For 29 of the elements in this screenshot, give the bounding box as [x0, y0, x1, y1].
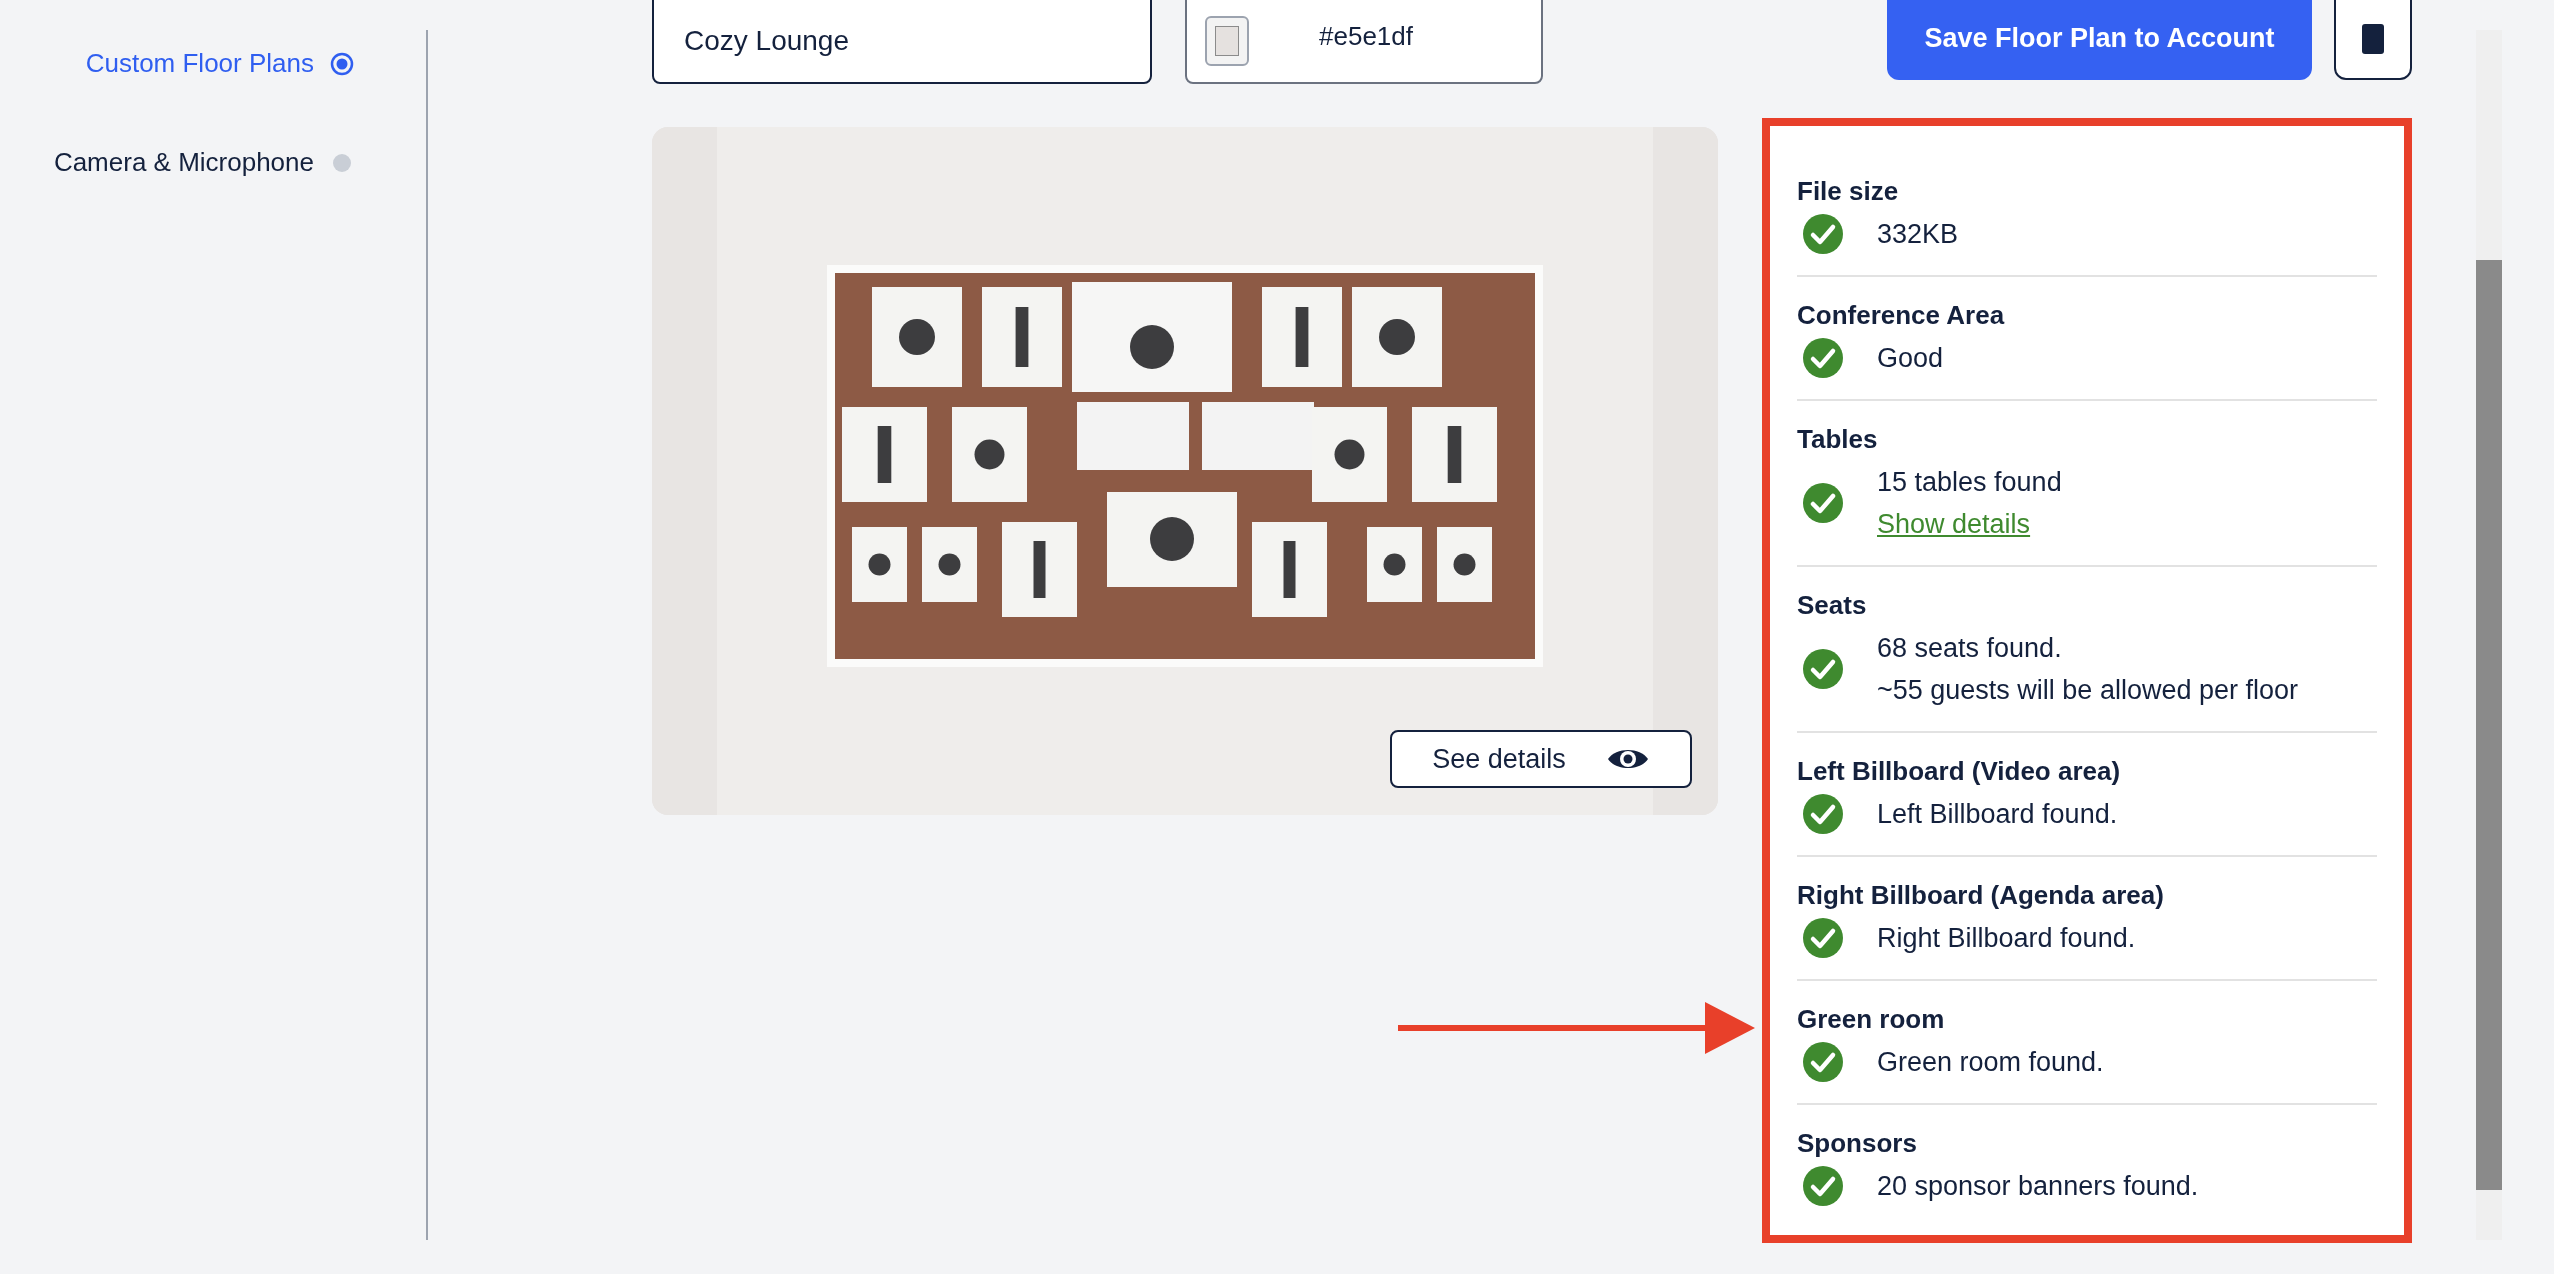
check-title: Right Billboard (Agenda area) — [1797, 879, 2165, 911]
save-button[interactable]: Save Floor Plan to Account — [1887, 0, 2312, 80]
sidebar-item[interactable]: Camera & Microphone — [53, 143, 354, 182]
check-result: Left Billboard found. — [1877, 798, 2118, 831]
scrollbar[interactable] — [2476, 30, 2502, 1240]
check-title: Tables — [1797, 423, 1879, 455]
check-result: Right Billboard found. — [1877, 922, 2136, 955]
see-details-button[interactable]: See details — [1390, 730, 1692, 788]
check-title: File size — [1797, 175, 1900, 207]
check-title: Green room — [1797, 1003, 1946, 1035]
radio-selected-icon — [330, 51, 354, 76]
check-title: Seats — [1797, 589, 1868, 621]
check-result: Green room found. — [1877, 1046, 2104, 1079]
check-title: Sponsors — [1797, 1127, 1918, 1159]
color-field[interactable]: #e5e1df — [1185, 0, 1543, 84]
name-field[interactable]: Cozy Lounge — [652, 0, 1152, 84]
check-result: 15 tables found — [1877, 466, 2062, 499]
check-title: Conference Area — [1797, 299, 2006, 331]
check-title: Left Billboard (Video area) — [1797, 755, 2122, 787]
check-result: ~55 guests will be allowed per floor — [1877, 674, 2298, 707]
check-result: 68 seats found. — [1877, 632, 2063, 665]
rectangle-icon — [2362, 24, 2384, 54]
color-swatch[interactable] — [1205, 16, 1249, 66]
sidebar-item[interactable]: Custom Floor Plans — [85, 44, 354, 83]
check-result: Good — [1877, 342, 1944, 375]
icon-button[interactable] — [2334, 0, 2412, 80]
check-result: 332KB — [1877, 218, 1959, 251]
check-result: 20 sponsor banners found. — [1877, 1170, 2199, 1203]
show-details-link[interactable]: Show details — [1877, 503, 2031, 545]
